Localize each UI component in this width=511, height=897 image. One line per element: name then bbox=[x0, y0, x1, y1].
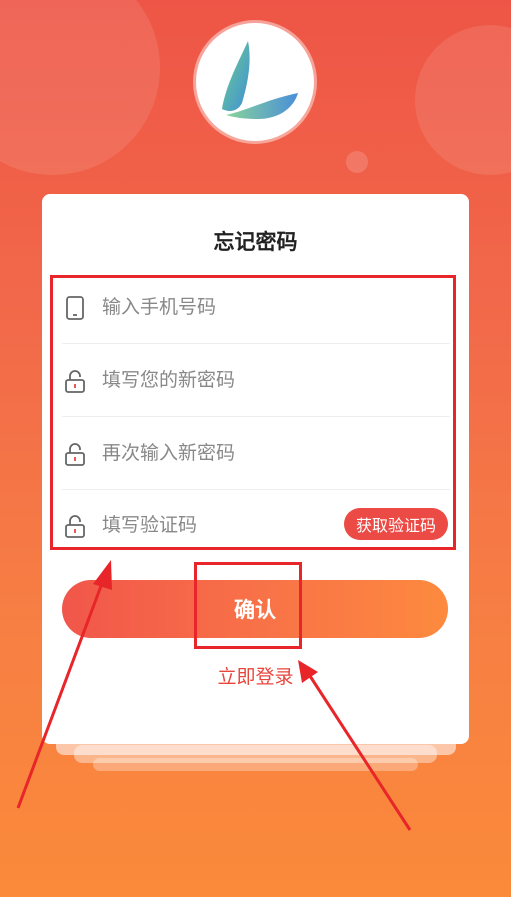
decor-bubble-small bbox=[346, 151, 368, 173]
card-shadow-layer bbox=[93, 758, 418, 771]
app-logo bbox=[196, 23, 314, 141]
annotation-box-form-fields bbox=[50, 275, 456, 550]
app-logo-leaf-icon bbox=[222, 41, 298, 119]
login-link[interactable]: 立即登录 bbox=[0, 662, 511, 689]
decor-bubble-right bbox=[415, 25, 511, 175]
page-title: 忘记密码 bbox=[213, 230, 298, 254]
decor-bubble-left bbox=[0, 0, 160, 175]
annotation-box-confirm bbox=[194, 562, 302, 649]
forgot-password-screen: 忘记密码 获取验证码 确认 立即登录 bbox=[0, 0, 511, 897]
